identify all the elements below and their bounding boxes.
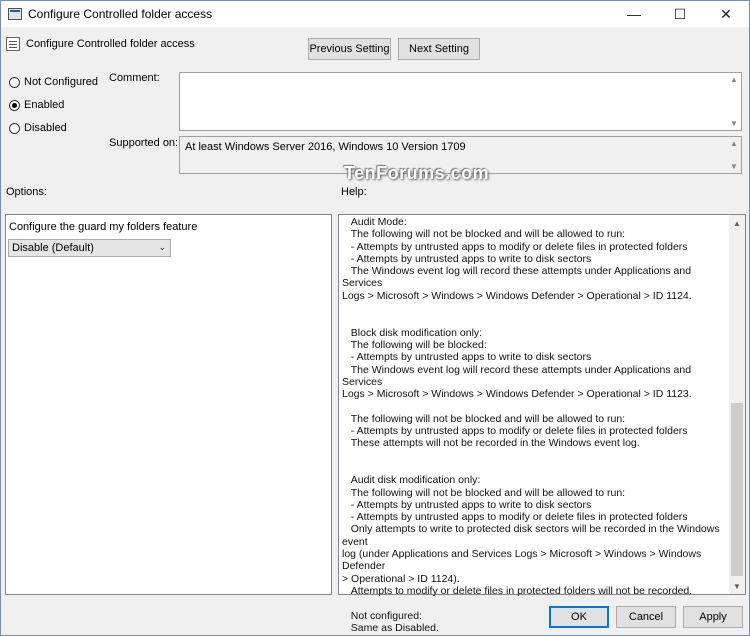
scroll-up-icon[interactable]: ▲ [730, 75, 738, 84]
close-button[interactable]: ✕ [703, 1, 749, 27]
minimize-icon: — [627, 6, 641, 22]
comment-scrollbar[interactable]: ▲ ▼ [727, 73, 741, 130]
next-setting-label: Next Setting [409, 43, 469, 55]
help-text: Audit Mode: The following will not be bl… [342, 216, 720, 634]
radio-label: Not Configured [24, 76, 98, 88]
policy-setting-icon [6, 37, 20, 51]
radio-enabled[interactable]: Enabled [9, 99, 64, 111]
apply-label: Apply [699, 611, 727, 623]
dialog-window: Configure Controlled folder access — ☐ ✕… [0, 0, 750, 636]
group-policy-icon [8, 8, 22, 20]
radio-circle[interactable] [9, 76, 20, 88]
scroll-down-icon[interactable]: ▼ [730, 119, 738, 128]
supported-scrollbar[interactable]: ▲ ▼ [727, 137, 741, 173]
comment-label: Comment: [109, 72, 160, 84]
guard-folders-dropdown[interactable]: Disable (Default) ⌄ [8, 239, 171, 257]
ok-button[interactable]: OK [549, 606, 609, 628]
scroll-up-icon[interactable]: ▲ [730, 139, 738, 148]
window-title: Configure Controlled folder access [28, 7, 213, 21]
options-panel: Configure the guard my folders feature D… [5, 214, 332, 595]
help-label: Help: [341, 186, 367, 198]
help-panel: Audit Mode: The following will not be bl… [338, 214, 746, 634]
previous-setting-label: Previous Setting [309, 43, 390, 55]
next-setting-button[interactable]: Next Setting [398, 38, 480, 60]
scroll-down-icon[interactable]: ▼ [730, 162, 738, 171]
radio-label: Enabled [24, 99, 65, 111]
scroll-thumb[interactable] [731, 403, 743, 576]
apply-button[interactable]: Apply [683, 606, 743, 628]
previous-setting-button[interactable]: Previous Setting [308, 38, 391, 60]
radio-not-configured[interactable]: Not Configured [9, 76, 98, 88]
scroll-up-icon[interactable]: ▲ [729, 215, 745, 231]
radio-circle[interactable] [9, 122, 20, 134]
supported-on-label: Supported on: [109, 137, 179, 149]
comment-textbox[interactable]: ▲ ▼ [179, 72, 742, 131]
feature-label: Configure the guard my folders feature [9, 221, 198, 233]
maximize-icon: ☐ [673, 5, 687, 22]
maximize-button[interactable]: ☐ [657, 1, 703, 27]
supported-on-value: At least Windows Server 2016, Windows 10… [185, 141, 466, 153]
minimize-button[interactable]: — [611, 1, 657, 27]
cancel-label: Cancel [628, 611, 664, 623]
watermark-logo: TenForums.com [344, 163, 490, 183]
cancel-button[interactable]: Cancel [616, 606, 676, 628]
scroll-down-icon[interactable]: ▼ [729, 578, 745, 594]
options-label: Options: [6, 186, 47, 198]
ok-label: OK [571, 611, 587, 623]
help-scrollbar[interactable]: ▲ ▼ [729, 215, 745, 594]
radio-disabled[interactable]: Disabled [9, 122, 67, 134]
window-controls: — ☐ ✕ [611, 1, 749, 27]
chevron-down-icon: ⌄ [158, 242, 166, 252]
title-bar: Configure Controlled folder access — ☐ ✕ [1, 1, 749, 27]
close-icon: ✕ [720, 5, 732, 22]
dropdown-value: Disable (Default) [12, 242, 94, 254]
policy-name: Configure Controlled folder access [26, 38, 195, 50]
radio-label: Disabled [24, 122, 67, 134]
radio-circle[interactable] [9, 99, 20, 111]
